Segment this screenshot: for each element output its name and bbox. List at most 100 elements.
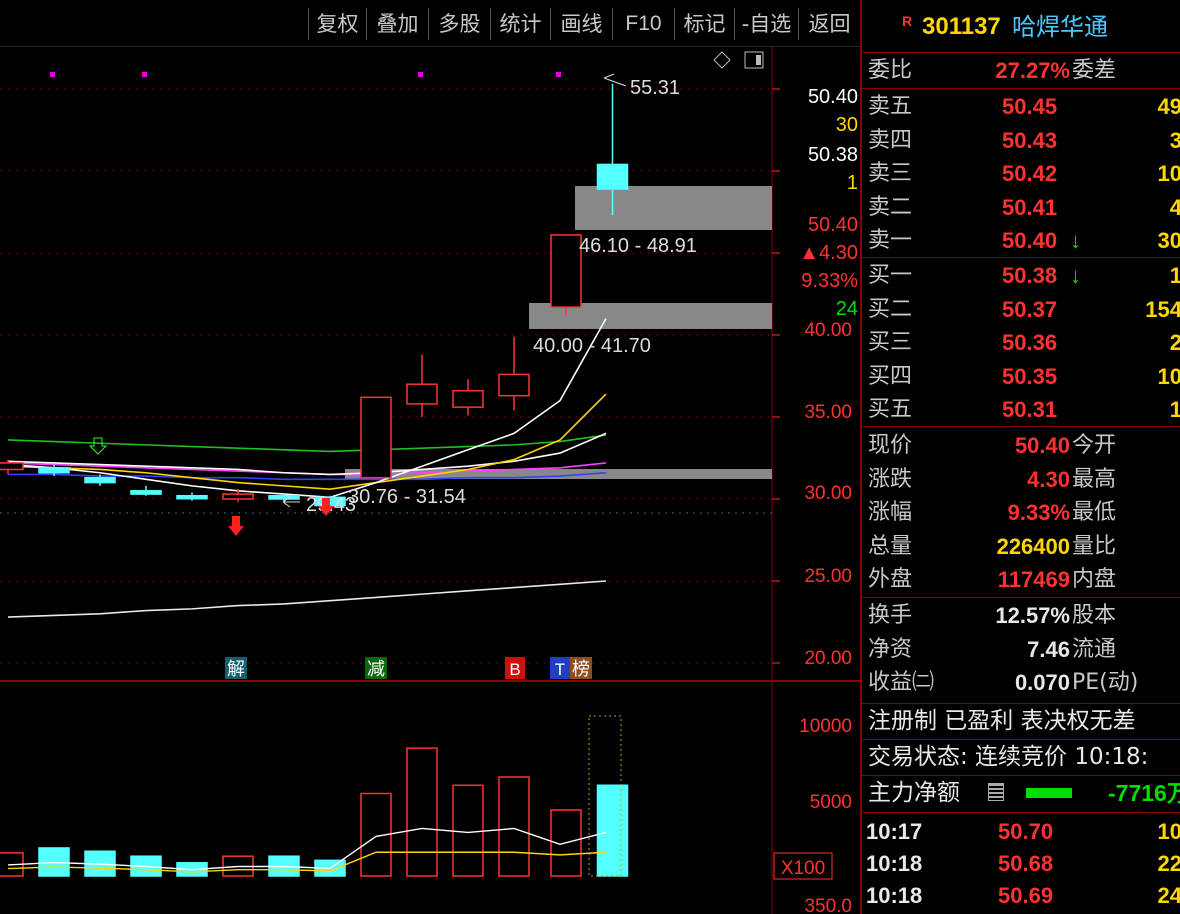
bid-volume: 10 — [1157, 363, 1180, 389]
book-row[interactable]: 涨跌 4.30 最高 — [862, 463, 1180, 496]
toolbar-f10-button[interactable]: F10 — [612, 8, 674, 40]
candle-body — [84, 476, 116, 484]
book-row[interactable]: 买四 50.35 10 — [862, 360, 1180, 393]
kline-chart[interactable]: 55.31 29.43 46.10 - 48.91 40.00 - 41.70 … — [0, 46, 860, 914]
quote-panel: R 301137 哈焊华通 委比 27.27% 委差 卖五 50.45 49 卖四 50… — [860, 0, 1180, 914]
book-row[interactable]: 卖三 50.42 10 — [862, 157, 1180, 190]
price-tick-35: 35.00 — [804, 402, 852, 423]
book-row[interactable]: 10:18 50.69 24 — [862, 879, 1180, 912]
divider — [862, 426, 1180, 427]
toolbar-remove-watchlist-button[interactable]: -自选 — [734, 8, 798, 40]
quote-label-2: 内盘 — [1072, 567, 1117, 592]
book-row[interactable]: 买三 50.36 2 — [862, 326, 1180, 359]
book-row[interactable]: 换手 12.57% 股本 — [862, 599, 1180, 632]
event-dot — [418, 72, 423, 77]
gap-label-upper: 46.10 - 48.91 — [579, 235, 697, 257]
price-tick-30: 30.00 — [804, 483, 852, 504]
quote-label: 现价 — [868, 433, 913, 458]
toolbar-statistics-button[interactable]: 统计 — [490, 8, 550, 40]
bid-level-label: 买三 — [868, 330, 913, 355]
book-row[interactable]: 涨幅 9.33% 最低 — [862, 496, 1180, 529]
order-ratio-row: 委比 27.27% 委差 — [862, 54, 1180, 87]
ask-price: 50.43 — [1002, 127, 1058, 153]
volume-unit-label: X100 — [781, 858, 825, 879]
event-dot — [142, 72, 147, 77]
quote-value: 117469 — [997, 567, 1070, 592]
tick-price: 50.69 — [998, 883, 1054, 908]
book-row[interactable]: 10:18 50.68 22 — [862, 847, 1180, 880]
right-last-price: 50.40 — [808, 214, 858, 236]
candle-body — [0, 462, 24, 471]
bid-level-label: 买一 — [868, 263, 913, 288]
bid-volume: 1 — [1169, 397, 1180, 422]
down-arrow-icon: ↓ — [1070, 263, 1081, 288]
quote-value: 4.30 — [1027, 466, 1070, 492]
candle-body — [268, 494, 300, 500]
layout-toggle-icon-fill — [756, 55, 761, 65]
main-flow-row[interactable]: 主力净额 -7716万 — [862, 776, 1180, 810]
tick-time: 10:18 — [866, 883, 923, 908]
fundamental-label-2: 股本 — [1072, 603, 1117, 628]
quote-value: 50.40 — [1014, 433, 1070, 458]
book-row[interactable]: 卖二 50.41 4 — [862, 191, 1180, 224]
tick-price: 50.70 — [998, 819, 1054, 844]
toolbar-restore-rights-button[interactable]: 复权 — [308, 8, 366, 40]
book-row[interactable]: 买五 50.31 1 — [862, 393, 1180, 426]
order-ratio-value: 27.27% — [995, 58, 1070, 83]
book-row[interactable]: 现价 50.40 今开 — [862, 429, 1180, 462]
divider — [862, 52, 1180, 53]
toolbar-multi-stock-button[interactable]: 多股 — [428, 8, 490, 40]
bid-price: 50.38 — [1002, 263, 1058, 288]
bid-level-label: 买二 — [868, 296, 913, 322]
quote-value: 9.33% — [1007, 500, 1070, 525]
book-row[interactable]: 卖一 50.40 ↓ 30 — [862, 224, 1180, 257]
price-tick-20: 20.00 — [804, 648, 852, 669]
buy-signal-arrow-icon — [228, 516, 244, 536]
toolbar-back-button[interactable]: 返回 — [798, 8, 860, 40]
volume-tick-5000: 5000 — [810, 792, 852, 813]
book-row[interactable]: 卖四 50.43 3 — [862, 124, 1180, 157]
fundamental-value: 7.46 — [1027, 636, 1070, 662]
right-change: ▲4.30 — [799, 242, 858, 264]
quote-value: 226400 — [996, 533, 1070, 559]
candle-body — [38, 467, 70, 474]
fundamental-label-2: 流通 — [1072, 636, 1117, 662]
quote-label-2: 量比 — [1072, 533, 1117, 559]
book-row[interactable]: 总量 226400 量比 — [862, 530, 1180, 563]
toolbar-draw-line-button[interactable]: 画线 — [550, 8, 612, 40]
ask-price: 50.41 — [1002, 194, 1058, 220]
book-row[interactable]: 10:17 50.70 10 — [862, 815, 1180, 848]
quote-label: 涨跌 — [868, 466, 913, 492]
stock-tags: 注册制 已盈利 表决权无差 — [868, 708, 1136, 734]
volume-series — [0, 715, 629, 877]
gap-label-lower: 30.76 - 31.54 — [348, 486, 466, 508]
book-row[interactable]: 买一 50.38 ↓ 1 — [862, 259, 1180, 292]
toolbar-mark-button[interactable]: 标记 — [674, 8, 734, 40]
book-row[interactable]: 收益㈡ 0.070 PE(动) — [862, 666, 1180, 699]
toolbar-overlay-button[interactable]: 叠加 — [366, 8, 428, 40]
book-row[interactable]: 净资 7.46 流通 — [862, 633, 1180, 666]
high-arrow-icon — [603, 73, 627, 87]
diamond-icon[interactable] — [713, 51, 731, 69]
book-row[interactable]: 卖五 50.45 49 — [862, 90, 1180, 123]
ask-level-label: 卖一 — [868, 228, 913, 253]
bid-level-label: 买四 — [868, 363, 913, 389]
kline-chart-canvas[interactable]: 55.31 29.43 46.10 - 48.91 40.00 - 41.70 … — [0, 46, 860, 914]
event-tag-unlock-label: 解 — [227, 659, 245, 680]
menu-icon[interactable] — [988, 783, 1004, 801]
tick-price: 50.68 — [998, 851, 1054, 876]
gap-zone-upper — [575, 186, 772, 230]
tick-volume: 22 — [1157, 851, 1180, 876]
book-row[interactable]: 买二 50.37 154 — [862, 293, 1180, 326]
bid-price: 50.37 — [1002, 296, 1058, 322]
ask-volume: 30 — [1157, 228, 1180, 253]
order-ratio-label: 委比 — [868, 58, 913, 83]
volume-tick-350: 350.0 — [804, 896, 852, 914]
tick-time: 10:17 — [866, 819, 923, 844]
right-ask-volume: 30 — [836, 114, 858, 136]
book-row[interactable]: 外盘 117469 内盘 — [862, 563, 1180, 596]
flow-bar — [1026, 788, 1072, 798]
candle-body — [452, 390, 484, 408]
moving-average-lines — [7, 318, 607, 618]
stock-name: 哈焊华通 — [1012, 13, 1108, 41]
